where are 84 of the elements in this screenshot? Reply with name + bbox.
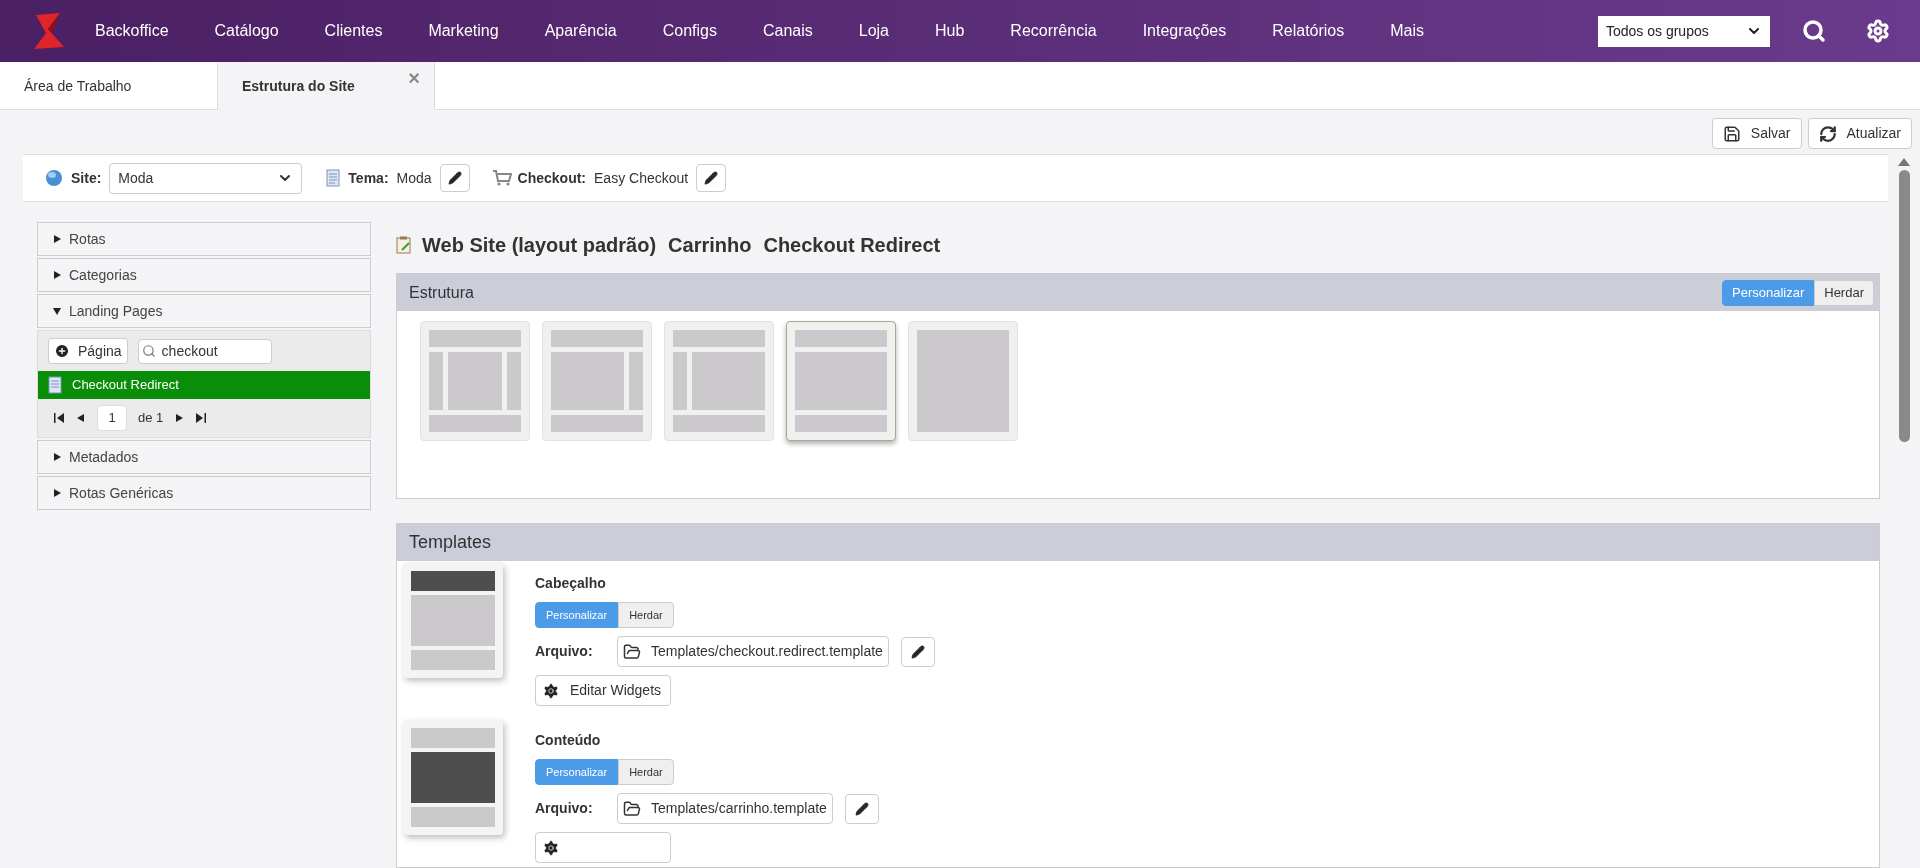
accordion-header[interactable]: Categorias <box>37 258 371 292</box>
nav-link[interactable]: Loja <box>858 19 889 43</box>
template-title: Conteúdo <box>535 731 602 750</box>
landing-page-item[interactable]: Checkout Redirect <box>38 371 370 399</box>
nav-link[interactable]: Configs <box>662 19 717 43</box>
refresh-button[interactable]: Atualizar <box>1807 118 1912 149</box>
toggle-option[interactable]: Herdar <box>1814 279 1874 306</box>
accordion-header[interactable]: Rotas Genéricas <box>37 476 371 510</box>
save-button[interactable]: Salvar <box>1711 118 1802 149</box>
nav-link[interactable]: Recorrência <box>1010 19 1097 43</box>
first-page-icon[interactable] <box>53 412 65 424</box>
page-title: Web Site (layout padrão) <box>422 233 657 258</box>
edit-button[interactable] <box>696 164 727 192</box>
accordion-header[interactable]: Metadados <box>37 440 371 474</box>
accordion-header[interactable]: Rotas <box>37 222 371 256</box>
nav-link[interactable]: Catálogo <box>214 19 279 43</box>
document-icon <box>48 376 62 394</box>
caret-down-icon <box>52 306 62 316</box>
nav-link[interactable]: Aparência <box>544 19 617 43</box>
toggle-option[interactable]: Herdar <box>618 759 674 785</box>
nav-link[interactable]: Hub <box>935 19 965 43</box>
gear-icon <box>542 681 560 700</box>
file-field[interactable]: Templates/carrinho.template <box>617 793 833 824</box>
nav-link[interactable]: Backoffice <box>95 19 169 43</box>
pencil-icon <box>910 644 925 659</box>
edit-button[interactable] <box>900 636 935 667</box>
add-page-button[interactable]: Página <box>48 338 128 364</box>
edit-button[interactable] <box>439 164 470 192</box>
edit-widgets-button[interactable]: Editar Widgets <box>535 675 671 706</box>
pencil-icon <box>704 171 719 185</box>
caret-right-icon <box>52 270 62 280</box>
site-label: Site: <box>71 168 102 188</box>
edit-widgets-button[interactable] <box>535 832 671 863</box>
toggle-option[interactable]: Herdar <box>618 602 674 628</box>
search-field[interactable]: checkout <box>137 338 272 364</box>
settings-icon[interactable] <box>1866 19 1890 43</box>
last-page-icon[interactable] <box>195 412 208 424</box>
theme-value: Moda <box>396 168 432 188</box>
pencil-icon <box>854 801 869 816</box>
cart-icon <box>491 169 512 187</box>
tab[interactable]: Estrutura do Site × <box>217 62 435 110</box>
nav-link[interactable]: Relatórios <box>1272 19 1345 43</box>
search-icon <box>141 344 156 358</box>
globe-icon <box>45 169 63 187</box>
page-title: Checkout Redirect <box>763 233 941 258</box>
theme-label: Tema: <box>348 168 389 188</box>
previous-page-icon <box>76 413 86 423</box>
nav-link[interactable]: Marketing <box>428 19 499 43</box>
panel-title: Estrutura <box>409 282 474 303</box>
scrollbar-thumb[interactable] <box>1898 170 1910 442</box>
clipboard-icon <box>396 236 412 254</box>
nav-link[interactable]: Mais <box>1390 19 1425 43</box>
folder-icon <box>623 799 641 818</box>
gear-icon <box>542 838 560 857</box>
checkout-value: Easy Checkout <box>594 168 689 188</box>
caret-right-icon <box>52 234 62 244</box>
next-page-icon <box>174 413 185 423</box>
plus-icon <box>54 343 70 359</box>
page-count: de 1 <box>138 409 164 428</box>
nav-link[interactable]: Canais <box>762 19 813 43</box>
search-icon[interactable] <box>1802 19 1826 43</box>
checkout-label: Checkout: <box>517 168 587 188</box>
caret-right-icon <box>52 488 62 498</box>
nav-link[interactable]: Integrações <box>1142 19 1227 43</box>
accordion-header[interactable]: Landing Pages <box>37 294 371 328</box>
edit-button[interactable] <box>844 793 879 824</box>
file-label: Arquivo: <box>535 642 594 661</box>
refresh-icon <box>1818 124 1837 143</box>
file-field[interactable]: Templates/checkout.redirect.template <box>617 636 889 667</box>
site-select[interactable]: Moda <box>109 162 303 194</box>
nav-link[interactable]: Clientes <box>324 19 383 43</box>
group-select[interactable]: Todos os grupos <box>1598 15 1770 47</box>
page-input[interactable]: 1 <box>97 405 127 431</box>
folder-icon <box>623 642 641 661</box>
document-icon <box>326 169 341 187</box>
file-label: Arquivo: <box>535 799 594 818</box>
save-icon <box>1722 124 1741 143</box>
template-title: Cabeçalho <box>535 574 607 593</box>
caret-right-icon <box>52 452 62 462</box>
page-title: Carrinho <box>668 233 752 258</box>
pencil-icon <box>447 171 462 185</box>
panel-title: Templates <box>409 531 492 554</box>
tab[interactable]: Área de Trabalho <box>0 62 217 110</box>
scroll-up-icon[interactable] <box>1898 157 1910 166</box>
